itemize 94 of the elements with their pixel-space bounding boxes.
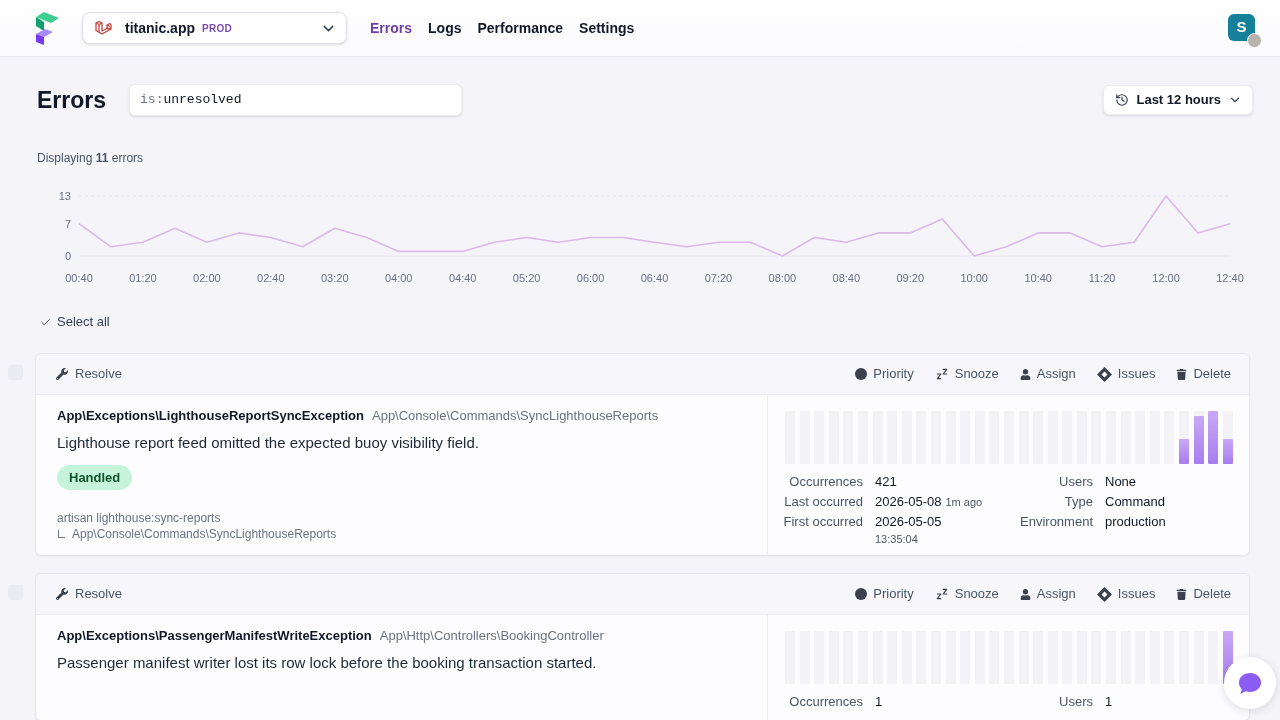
nav-link[interactable]: Logs bbox=[428, 17, 462, 39]
diamond-icon bbox=[1096, 366, 1112, 382]
x-axis-label: 10:40 bbox=[1024, 272, 1052, 284]
stat-label: Users bbox=[1058, 473, 1093, 491]
nav-link[interactable]: Errors bbox=[370, 17, 413, 39]
command-source: App\Console\Commands\SyncLighthouseReports bbox=[72, 526, 337, 542]
stat-label: Last occurred bbox=[783, 493, 863, 511]
x-axis-label: 02:40 bbox=[257, 272, 285, 284]
stat-value: 2026-05-08 bbox=[875, 493, 942, 511]
resolve-button[interactable]: Resolve bbox=[56, 584, 122, 604]
status-badge: Handled bbox=[57, 465, 133, 490]
cube-outline-icon bbox=[95, 20, 112, 36]
wrench-icon bbox=[56, 368, 68, 380]
trash-icon bbox=[1176, 588, 1188, 600]
priority-button[interactable]: Priority bbox=[855, 584, 914, 604]
assign-button[interactable]: Assign bbox=[1019, 584, 1076, 604]
environment-label: PROD bbox=[202, 21, 232, 36]
histogram-bar bbox=[1208, 411, 1219, 464]
issues-button[interactable]: Issues bbox=[1096, 364, 1156, 384]
delete-button[interactable]: Delete bbox=[1176, 364, 1231, 384]
user-icon bbox=[1019, 588, 1031, 600]
stat-label: Occurrences bbox=[788, 473, 863, 491]
select-all-button[interactable]: Select all bbox=[40, 312, 110, 332]
y-axis-label: 0 bbox=[64, 250, 71, 262]
stat-label: Type bbox=[1063, 493, 1093, 511]
search-field[interactable]: is:unresolved bbox=[129, 84, 463, 116]
logo-icon[interactable] bbox=[36, 11, 59, 45]
snooze-button[interactable]: Snooze bbox=[934, 584, 999, 604]
error-count-summary: Displaying 11 errors bbox=[36, 150, 145, 166]
exception-class: App\Exceptions\PassengerManifestWriteException bbox=[57, 627, 372, 645]
user-icon bbox=[1019, 368, 1031, 380]
check-icon bbox=[40, 316, 51, 328]
y-axis-label: 13 bbox=[58, 190, 71, 202]
stat-value: None bbox=[1105, 473, 1137, 491]
stat-value: 1 bbox=[875, 693, 883, 711]
chat-bubble-icon bbox=[1239, 672, 1261, 694]
relative-time: 1m ago bbox=[945, 495, 983, 510]
stat-label: Users bbox=[1058, 693, 1093, 711]
nav-link[interactable]: Settings bbox=[579, 17, 635, 39]
resolve-button[interactable]: Resolve bbox=[56, 364, 122, 384]
x-axis-label: 06:00 bbox=[576, 272, 605, 284]
assign-button[interactable]: Assign bbox=[1019, 364, 1076, 384]
x-axis-label: 04:40 bbox=[448, 272, 477, 284]
delete-button[interactable]: Delete bbox=[1176, 584, 1231, 604]
stat-time: 13:35:04 bbox=[875, 532, 919, 547]
snooze-icon bbox=[934, 587, 949, 601]
stat-label: First occurred bbox=[782, 513, 863, 531]
command-text: artisan lighthouse:sync-reports bbox=[57, 510, 222, 526]
x-axis-label: 10:00 bbox=[960, 272, 988, 284]
x-axis-label: 04:00 bbox=[384, 272, 413, 284]
wrench-icon bbox=[56, 588, 68, 600]
stat-value: production bbox=[1105, 513, 1166, 531]
nav-link[interactable]: Performance bbox=[477, 17, 564, 39]
snooze-button[interactable]: Snooze bbox=[934, 364, 999, 384]
time-range-dropdown[interactable]: Last 12 hours bbox=[1103, 85, 1253, 115]
x-axis-label: 05:20 bbox=[512, 272, 541, 284]
x-axis-label: 08:40 bbox=[832, 272, 861, 284]
stat-value: 1 bbox=[1105, 693, 1113, 711]
x-axis-label: 06:40 bbox=[640, 272, 669, 284]
x-axis-label: 09:20 bbox=[896, 272, 925, 284]
exception-location: App\Console\Commands\SyncLighthouseReports bbox=[372, 407, 659, 425]
history-icon bbox=[1115, 93, 1130, 107]
branch-corner-icon bbox=[58, 530, 65, 538]
snooze-icon bbox=[934, 367, 949, 381]
x-axis-label: 02:00 bbox=[193, 272, 221, 284]
x-axis-label: 12:00 bbox=[1152, 272, 1180, 284]
priority-button[interactable]: Priority bbox=[855, 364, 914, 384]
error-message: Passenger manifest writer lost its row lock before the booking transaction started. bbox=[57, 653, 598, 673]
x-axis-label: 11:20 bbox=[1088, 272, 1116, 284]
stat-value: 421 bbox=[875, 473, 897, 491]
trash-icon bbox=[1176, 368, 1188, 380]
exception-class: App\Exceptions\LighthouseReportSyncException bbox=[57, 407, 364, 425]
filled-circle-icon bbox=[855, 368, 868, 380]
stat-value: 2026-05-05 bbox=[875, 513, 942, 531]
filled-circle-icon bbox=[855, 588, 868, 600]
histogram-bar bbox=[1179, 438, 1190, 464]
x-axis-label: 03:20 bbox=[321, 272, 349, 284]
error-message: Lighthouse report feed omitted the expected buoy visibility field. bbox=[57, 433, 480, 453]
exception-location: App\Http\Controllers\BookingController bbox=[379, 627, 604, 645]
x-axis-label: 01:20 bbox=[129, 272, 157, 284]
chat-button[interactable] bbox=[1224, 657, 1276, 709]
histogram-bar bbox=[1222, 438, 1233, 464]
diamond-icon bbox=[1096, 586, 1112, 602]
stat-label: Occurrences bbox=[788, 693, 863, 711]
stat-value: Command bbox=[1105, 493, 1165, 511]
x-axis-label: 07:20 bbox=[704, 272, 733, 284]
issues-button[interactable]: Issues bbox=[1096, 584, 1156, 604]
x-axis-label: 00:40 bbox=[65, 272, 93, 284]
project-selector[interactable]: titanic.app PROD bbox=[82, 12, 347, 44]
x-axis-label: 12:40 bbox=[1216, 272, 1244, 284]
x-axis-label: 08:00 bbox=[768, 272, 797, 284]
stat-label: Environment bbox=[1019, 513, 1093, 531]
page-title: Errors bbox=[37, 86, 107, 115]
y-axis-label: 7 bbox=[64, 217, 71, 230]
